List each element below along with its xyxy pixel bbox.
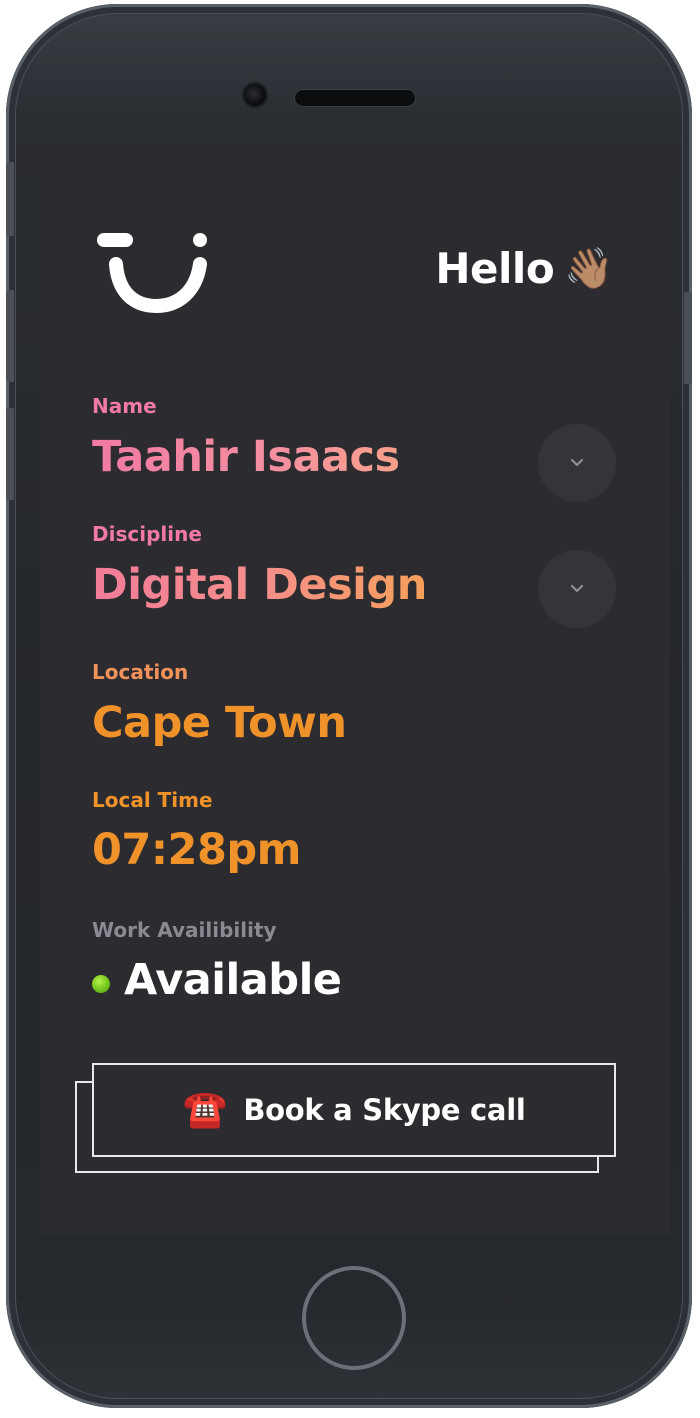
- phone-frame: Hello 👋🏽 Name Taahir Isaacs Discipline D…: [6, 4, 692, 1408]
- local-time-value: 07:28pm: [92, 825, 301, 875]
- book-skype-call-button[interactable]: ☎️ Book a Skype call: [92, 1063, 616, 1157]
- status-dot: [92, 975, 110, 993]
- volume-down-button: [6, 408, 14, 500]
- home-button[interactable]: [302, 1266, 406, 1370]
- front-camera: [244, 84, 266, 106]
- volume-up-button: [6, 290, 14, 382]
- availability-label: Work Availibility: [92, 918, 277, 942]
- discipline-label: Discipline: [92, 522, 202, 546]
- location-label: Location: [92, 660, 189, 684]
- smile-logo-icon: [97, 233, 207, 314]
- power-button: [684, 292, 692, 384]
- name-expand-button[interactable]: [538, 424, 616, 502]
- local-time-label: Local Time: [92, 788, 213, 812]
- earpiece-speaker: [295, 90, 415, 106]
- waving-hand-icon: 👋🏽: [564, 245, 614, 292]
- discipline-value: Digital Design: [92, 560, 427, 610]
- name-value: Taahir Isaacs: [92, 432, 400, 482]
- book-skype-call-label: Book a Skype call: [243, 1093, 526, 1127]
- discipline-expand-button[interactable]: [538, 550, 616, 628]
- greeting: Hello 👋🏽: [435, 244, 614, 293]
- app-screen: Hello 👋🏽 Name Taahir Isaacs Discipline D…: [40, 160, 670, 1234]
- greeting-text: Hello: [435, 244, 555, 293]
- chevron-down-icon: [570, 458, 584, 467]
- location-value: Cape Town: [92, 698, 347, 748]
- name-label: Name: [92, 394, 157, 418]
- chevron-down-icon: [570, 584, 584, 593]
- book-call-cta: ☎️ Book a Skype call: [75, 1063, 616, 1175]
- telephone-icon: ☎️: [182, 1089, 228, 1130]
- mute-switch: [6, 162, 14, 236]
- availability-value: Available: [124, 955, 342, 1005]
